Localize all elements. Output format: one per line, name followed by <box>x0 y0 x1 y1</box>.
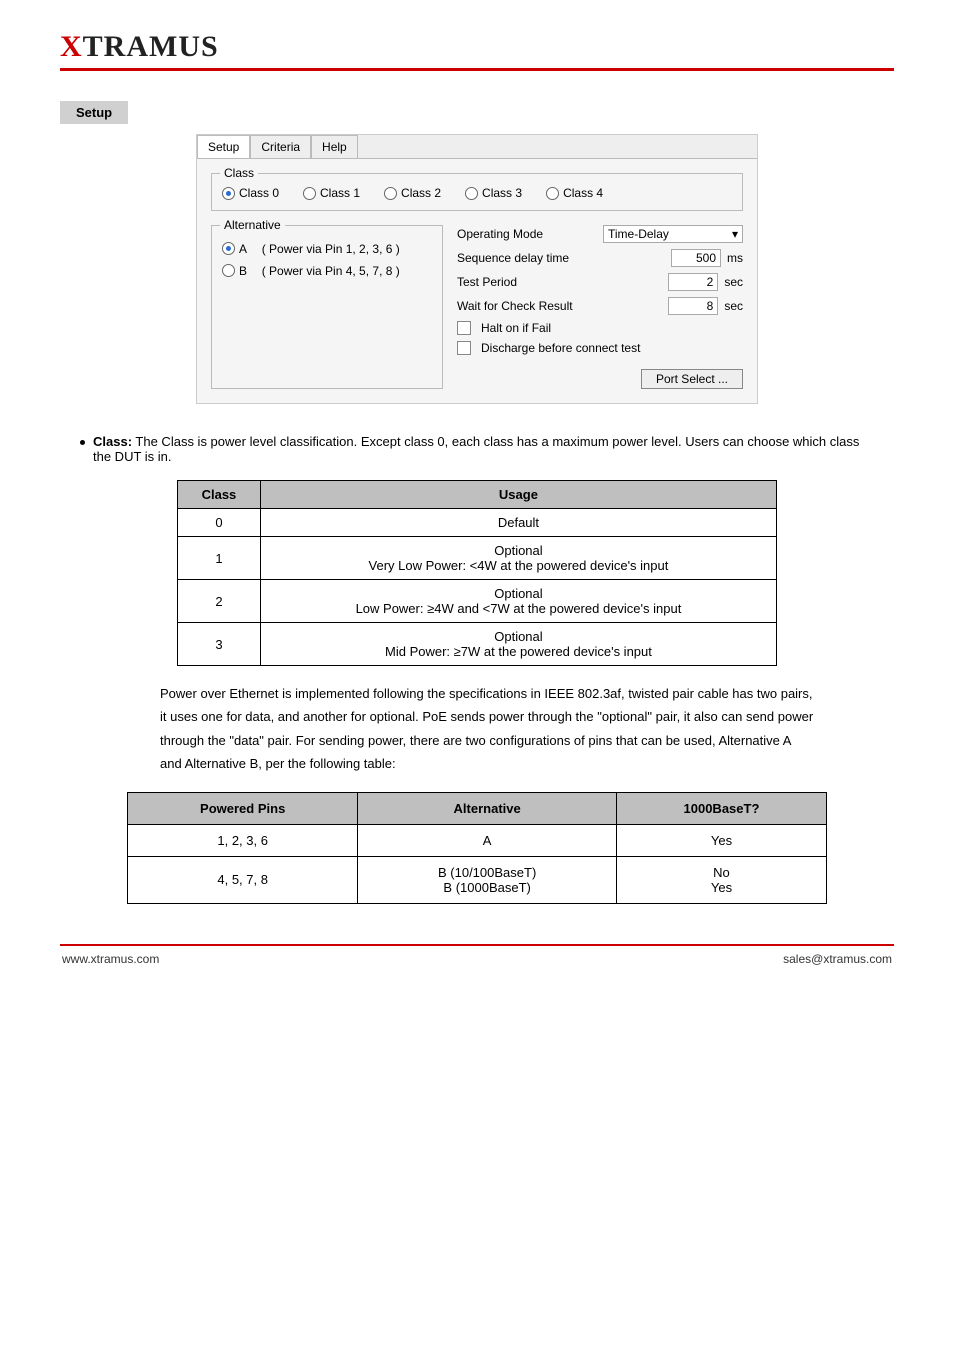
class-table-header: Class <box>178 481 261 509</box>
radio-icon <box>303 187 316 200</box>
test-period-label: Test Period <box>457 275 597 289</box>
table-cell: A <box>358 824 617 856</box>
test-period-input[interactable]: 2 <box>668 273 718 291</box>
operating-mode-value: Time-Delay <box>608 227 669 241</box>
table-cell: 3 <box>178 623 261 666</box>
port-select-button[interactable]: Port Select ... <box>641 369 743 389</box>
discharge-checkbox[interactable] <box>457 341 471 355</box>
alternative-table: Powered Pins Alternative 1000BaseT? 1, 2… <box>127 792 827 904</box>
alternative-group: Alternative A ( Power via Pin 1, 2, 3, 6… <box>211 225 443 389</box>
class-3-radio[interactable]: Class 3 <box>465 186 522 200</box>
halt-checkbox[interactable] <box>457 321 471 335</box>
class-table: Class Usage 0 Default 1 Optional Very Lo… <box>177 480 777 666</box>
table-cell: B (10/100BaseT) B (1000BaseT) <box>358 856 617 903</box>
table-cell: Optional Very Low Power: <4W at the powe… <box>260 537 776 580</box>
class-2-radio[interactable]: Class 2 <box>384 186 441 200</box>
table-cell: Optional Mid Power: ≥7W at the powered d… <box>260 623 776 666</box>
class-table-header: Usage <box>260 481 776 509</box>
logo: XTRAMUS <box>60 30 219 63</box>
tab-bar: Setup Criteria Help <box>197 135 757 159</box>
radio-label: A <box>239 242 247 256</box>
radio-label: Class 1 <box>320 186 360 200</box>
table-cell: 2 <box>178 580 261 623</box>
radio-icon <box>222 187 235 200</box>
tab-criteria[interactable]: Criteria <box>250 135 311 158</box>
test-period-unit: sec <box>724 275 743 289</box>
body-paragraph: Power over Ethernet is implemented follo… <box>160 682 814 776</box>
halt-label: Halt on if Fail <box>481 321 551 335</box>
table-cell: No Yes <box>616 856 826 903</box>
bullet-body: The Class is power level classification.… <box>93 434 859 464</box>
tab-help[interactable]: Help <box>311 135 358 158</box>
setup-section-label: Setup <box>60 101 128 124</box>
table-cell: Yes <box>616 824 826 856</box>
alt-table-header: Alternative <box>358 792 617 824</box>
alternative-legend: Alternative <box>220 218 285 232</box>
sequence-delay-label: Sequence delay time <box>457 251 597 265</box>
radio-label: Class 0 <box>239 186 279 200</box>
header-divider <box>60 68 894 71</box>
alt-table-header: 1000BaseT? <box>616 792 826 824</box>
operating-mode-select[interactable]: Time-Delay ▾ <box>603 225 743 243</box>
radio-icon <box>222 242 235 255</box>
class-0-radio[interactable]: Class 0 <box>222 186 279 200</box>
radio-label: B <box>239 264 247 278</box>
radio-label: Class 4 <box>563 186 603 200</box>
class-1-radio[interactable]: Class 1 <box>303 186 360 200</box>
radio-icon <box>384 187 397 200</box>
bullet-label: Class: <box>93 434 132 449</box>
bullet-text: Class: The Class is power level classifi… <box>93 434 874 464</box>
footer-divider <box>60 944 894 946</box>
class-4-radio[interactable]: Class 4 <box>546 186 603 200</box>
radio-icon <box>222 264 235 277</box>
table-cell: 1, 2, 3, 6 <box>128 824 358 856</box>
table-cell: 0 <box>178 509 261 537</box>
table-cell: 1 <box>178 537 261 580</box>
wait-check-label: Wait for Check Result <box>457 299 597 313</box>
class-legend: Class <box>220 166 258 180</box>
alternative-a-radio[interactable]: A ( Power via Pin 1, 2, 3, 6 ) <box>222 242 400 256</box>
alternative-a-note: ( Power via Pin 1, 2, 3, 6 ) <box>262 242 400 256</box>
class-group: Class Class 0 Class 1 Class 2 Class 3 Cl… <box>211 173 743 211</box>
alternative-b-note: ( Power via Pin 4, 5, 7, 8 ) <box>262 264 400 278</box>
table-cell: 4, 5, 7, 8 <box>128 856 358 903</box>
sequence-delay-input[interactable]: 500 <box>671 249 721 267</box>
footer-right: sales@xtramus.com <box>783 952 892 966</box>
discharge-label: Discharge before connect test <box>481 341 640 355</box>
wait-check-input[interactable]: 8 <box>668 297 718 315</box>
alternative-b-radio[interactable]: B ( Power via Pin 4, 5, 7, 8 ) <box>222 264 400 278</box>
radio-icon <box>546 187 559 200</box>
table-cell: Optional Low Power: ≥4W and <7W at the p… <box>260 580 776 623</box>
footer-left: www.xtramus.com <box>62 952 159 966</box>
wait-check-unit: sec <box>724 299 743 313</box>
tab-setup[interactable]: Setup <box>197 135 250 158</box>
operating-mode-label: Operating Mode <box>457 227 597 241</box>
radio-icon <box>465 187 478 200</box>
bullet-icon <box>80 440 85 445</box>
sequence-delay-unit: ms <box>727 251 743 265</box>
settings-window: Setup Criteria Help Class Class 0 Class … <box>196 134 758 404</box>
table-cell: Default <box>260 509 776 537</box>
radio-label: Class 3 <box>482 186 522 200</box>
chevron-down-icon: ▾ <box>732 227 738 241</box>
alt-table-header: Powered Pins <box>128 792 358 824</box>
radio-label: Class 2 <box>401 186 441 200</box>
